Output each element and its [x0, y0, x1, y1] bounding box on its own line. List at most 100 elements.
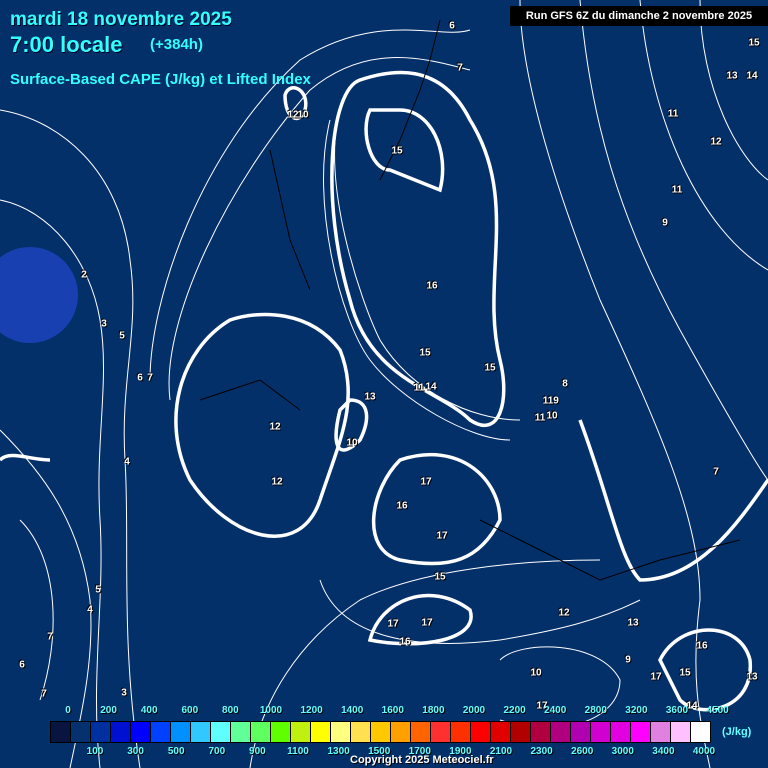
- contour-label: 12: [558, 607, 570, 619]
- legend-swatch: [491, 722, 511, 742]
- contour-label: 9: [553, 395, 559, 407]
- contour-label: 8: [562, 378, 568, 390]
- contour-label: 17: [421, 617, 433, 629]
- contour-label: 11: [671, 184, 683, 196]
- legend-tick-bottom: 100: [86, 746, 104, 757]
- contour-label: 14: [746, 70, 758, 82]
- legend-tick-bottom: 3000: [611, 746, 634, 757]
- contour-label: 11: [667, 108, 679, 120]
- contour-label: 15: [679, 667, 691, 679]
- contour-label: 6: [449, 20, 455, 32]
- legend-swatch: [131, 722, 151, 742]
- legend-tick-top: 3600: [665, 705, 689, 716]
- legend-swatch: [591, 722, 611, 742]
- legend-swatch: [451, 722, 471, 742]
- legend-swatch: [611, 722, 631, 742]
- legend-tick-top: 3200: [625, 705, 648, 716]
- legend-swatch: [71, 722, 91, 742]
- legend-tick-bottom: 500: [167, 746, 185, 757]
- forecast-lead: (+384h): [150, 36, 203, 53]
- legend-swatch: [531, 722, 551, 742]
- valid-time: 7:00 locale: [10, 32, 123, 57]
- contour-label: 10: [530, 667, 542, 679]
- map-title: Surface-Based CAPE (J/kg) et Lifted Inde…: [10, 71, 311, 88]
- legend-tick-top: 800: [222, 705, 239, 716]
- legend-swatch: [111, 722, 131, 742]
- legend-tick-top: 2400: [544, 705, 567, 716]
- contour-label: 3: [121, 687, 127, 699]
- contour-label: 16: [399, 636, 411, 648]
- legend-tick-top: 4500: [706, 705, 729, 716]
- legend-tick-top: 1600: [381, 705, 404, 716]
- contour-layer: [0, 0, 768, 768]
- contour-label: 12: [269, 421, 281, 433]
- legend-swatch: [251, 722, 271, 742]
- legend-swatch: [551, 722, 571, 742]
- legend-swatch: [291, 722, 311, 742]
- cape-map: 6 7 15 13 14 12 11 11 12 10 9 15 16 15 15 14 11 13 11 10 11 9…: [0, 0, 768, 768]
- legend-swatch: [471, 722, 491, 742]
- legend-tick-top: 2000: [462, 705, 486, 716]
- contour-label: 7: [41, 688, 47, 700]
- contour-label: 14: [425, 381, 437, 393]
- legend-swatch: [651, 722, 671, 742]
- contour-label: 15: [419, 347, 431, 359]
- contour-label: 5: [119, 330, 125, 342]
- legend-tick-top: 1400: [341, 705, 364, 716]
- contour-label: 13: [627, 617, 639, 629]
- contour-label: 17: [420, 476, 432, 488]
- contour-label: 13: [726, 70, 738, 82]
- contour-label: 16: [396, 500, 408, 512]
- legend-tick-top: 1200: [300, 705, 323, 716]
- legend-tick-bottom: 2600: [571, 746, 594, 757]
- contour-label: 15: [434, 571, 446, 583]
- legend-swatch: [211, 722, 231, 742]
- contour-label: 2: [81, 269, 87, 281]
- legend-swatch: [691, 722, 710, 742]
- legend-swatch: [191, 722, 211, 742]
- legend-unit: (J/kg): [722, 726, 752, 738]
- legend-tick-top: 400: [140, 705, 158, 716]
- contour-label: 7: [457, 62, 463, 74]
- contour-label: 9: [625, 654, 631, 666]
- contour-label: 7: [147, 372, 153, 384]
- legend-swatch: [631, 722, 651, 742]
- legend-swatch: [271, 722, 291, 742]
- copyright: Copyright 2025 Meteociel.fr: [350, 754, 494, 766]
- contour-label: 15: [484, 362, 496, 374]
- contour-label: 12: [271, 476, 283, 488]
- legend-swatch: [351, 722, 371, 742]
- contour-label: 11: [534, 412, 546, 424]
- contour-label: 11: [413, 382, 425, 394]
- legend-swatch: [411, 722, 431, 742]
- contour-label: 13: [364, 391, 376, 403]
- legend-swatch: [231, 722, 251, 742]
- color-legend: [50, 721, 711, 743]
- legend-swatch: [151, 722, 171, 742]
- legend-tick-bottom: 700: [208, 746, 226, 757]
- legend-tick-bottom: 1100: [287, 746, 309, 757]
- contour-label: 16: [696, 640, 708, 652]
- legend-tick-bottom: 4000: [692, 746, 716, 757]
- contour-label: 12: [710, 136, 722, 148]
- cape-blob: [0, 247, 78, 343]
- legend-swatch: [91, 722, 111, 742]
- contour-label: 17: [387, 618, 399, 630]
- legend-tick-bottom: 2300: [530, 746, 553, 757]
- contour-label: 10: [297, 109, 309, 121]
- legend-swatch: [331, 722, 351, 742]
- contour-label: 10: [546, 410, 558, 422]
- contour-label: 3: [101, 318, 107, 330]
- legend-swatch: [51, 722, 71, 742]
- legend-tick-top: 0: [65, 705, 71, 716]
- legend-swatch: [371, 722, 391, 742]
- run-info: Run GFS 6Z du dimanche 2 novembre 2025: [510, 6, 768, 26]
- legend-tick-top: 1000: [259, 705, 283, 716]
- contour-label: 17: [650, 671, 662, 683]
- contour-label: 6: [137, 372, 143, 384]
- legend-tick-top: 200: [100, 705, 117, 716]
- legend-tick-top: 2200: [503, 705, 526, 716]
- legend-tick-bottom: 900: [249, 746, 266, 757]
- contour-label: 4: [124, 456, 130, 468]
- legend-swatch: [171, 722, 191, 742]
